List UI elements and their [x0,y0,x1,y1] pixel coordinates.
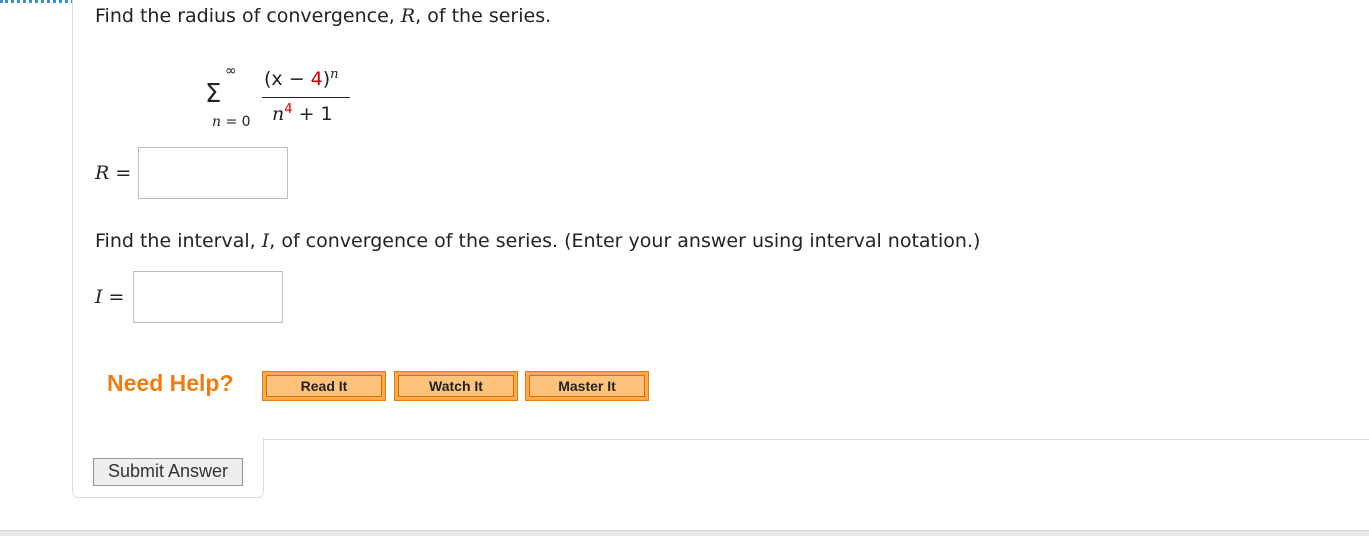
question-radius-suffix: , of the series. [415,5,552,27]
need-help-title: Need Help? [107,370,234,396]
watch-it-label: Watch It [398,375,514,397]
sum-lower-limit: n = 0 [212,114,251,130]
separator-line [264,439,1369,440]
sum-upper-limit: ∞ [225,63,237,79]
interval-label: I = [95,286,124,308]
question-radius-text: Find the radius of convergence, R, of th… [95,5,551,27]
question-interval-prefix: Find the interval, [95,230,262,252]
read-it-label: Read It [266,375,382,397]
interval-label-var: I [95,286,103,308]
sum-lower-rest: = 0 [221,114,251,130]
numerator-open: (x − [264,68,311,90]
radius-answer-input[interactable] [138,147,288,199]
submit-answer-button[interactable]: Submit Answer [93,458,243,486]
radius-label: R = [95,162,131,184]
master-it-label: Master It [529,375,645,397]
question-interval-text: Find the interval, I, of convergence of … [95,230,980,252]
denominator-rest: + 1 [292,103,333,125]
read-it-button[interactable]: Read It [262,371,386,401]
master-it-button[interactable]: Master It [525,371,649,401]
series-denominator: n4 + 1 [272,103,333,125]
denominator-exponent: 4 [284,102,293,117]
numerator-constant: 4 [310,68,323,90]
series-numerator: (x − 4)n [264,68,339,90]
question-radius-var: R [400,5,416,27]
interval-label-eq: = [102,286,125,308]
radius-label-var: R [95,162,110,184]
bottom-scroll-bar[interactable] [0,530,1369,536]
interval-answer-input[interactable] [133,271,283,323]
denominator-base: n [272,103,285,125]
sum-symbol: Σ [205,79,222,109]
question-interval-suffix: , of convergence of the series. (Enter y… [269,230,981,252]
numerator-exponent: n [330,67,339,82]
sum-lower-var: n [212,114,222,130]
watch-it-button[interactable]: Watch It [394,371,518,401]
fraction-bar [262,97,350,98]
question-radius-prefix: Find the radius of convergence, [95,5,401,27]
radius-label-eq: = [109,162,132,184]
